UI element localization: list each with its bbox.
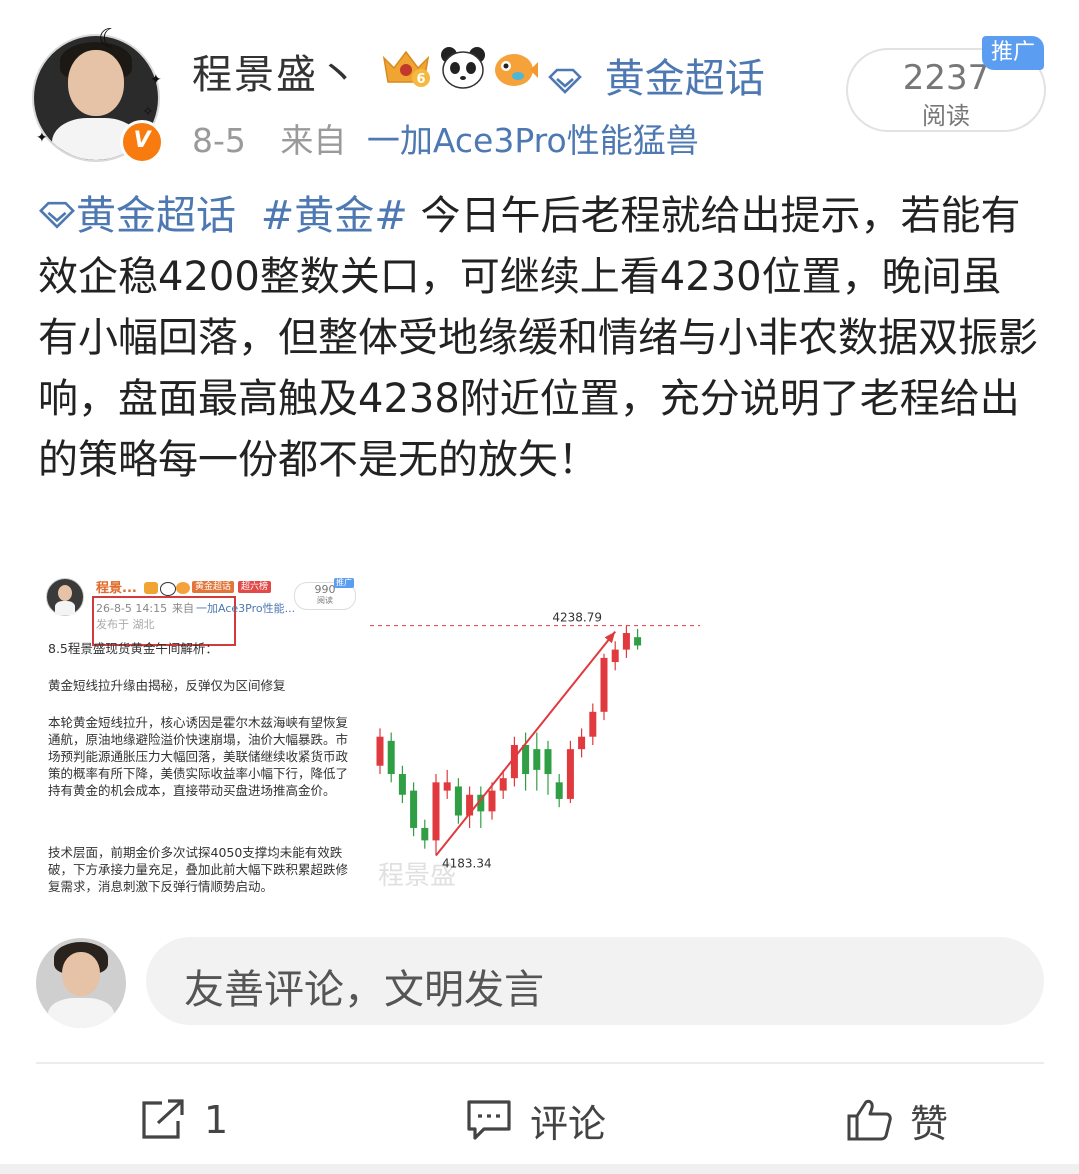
candle-body — [578, 736, 586, 750]
candle-body — [589, 711, 597, 737]
candle-body — [566, 749, 574, 799]
share-count: 1 — [204, 1098, 229, 1142]
promo-tag: 推广 — [982, 36, 1044, 70]
diamond-icon — [548, 68, 582, 94]
candle-body — [555, 782, 563, 799]
mini-location: 发布于 湖北 — [96, 618, 155, 631]
bottom-strip — [0, 1164, 1079, 1174]
panda-badge-icon[interactable] — [440, 46, 486, 90]
candle-body — [634, 637, 642, 646]
mini-crown-icon — [144, 582, 158, 594]
mini-promo-tag: 推广 — [334, 578, 354, 588]
candle-body — [421, 827, 429, 841]
trend-arrow — [435, 630, 616, 857]
post-meta: 8-5 来自 一加Ace3Pro性能猛兽 — [192, 114, 699, 162]
like-label: 赞 — [910, 1101, 949, 1146]
crown-level-text: 6 — [416, 72, 425, 87]
candle-body — [488, 790, 496, 812]
candle-body — [443, 782, 451, 791]
star-icon: ✦ — [36, 130, 48, 146]
source-device-link[interactable]: 一加Ace3Pro性能猛兽 — [367, 121, 699, 160]
candlestick-chart: 程景盛 4238.794183.34 — [370, 611, 700, 891]
comment-placeholder: 友善评论，文明发言 — [184, 967, 544, 1013]
mini-avatar — [46, 578, 84, 616]
comment-icon — [467, 1100, 511, 1140]
super-topic-label: 黄金超话 — [604, 56, 765, 102]
post-topic-link[interactable]: 黄金超话 — [38, 193, 249, 239]
pufferfish-badge-icon[interactable] — [492, 46, 538, 90]
candle-body — [522, 745, 530, 775]
super-topic-link[interactable]: 黄金超话 — [548, 46, 765, 104]
crown-level-badge-icon[interactable]: 6 — [380, 46, 432, 90]
my-avatar[interactable] — [36, 938, 126, 1028]
comment-input[interactable]: 友善评论，文明发言 — [146, 937, 1044, 1025]
verified-v-icon: V — [120, 120, 164, 164]
candle-body — [387, 740, 395, 775]
post-image[interactable]: 程景... 黄金超话 超六榜 26-8-5 14:15 来自 一加Ace3Pro… — [40, 574, 710, 904]
mini-username: 程景... — [96, 581, 137, 596]
article-para-2: 技术层面，前期金价多次试探4050支撑均未能有效跌破，下方承接力量充足，叠加此前… — [48, 845, 349, 894]
candle-body — [432, 782, 440, 841]
article-para-1: 本轮黄金短线拉升，核心诱因是霍尔木兹海峡有望恢复通航，原油地缘避险溢价快速崩塌，… — [48, 715, 349, 798]
mini-from: 来自 — [172, 602, 194, 615]
share-button[interactable]: 1 — [140, 1090, 228, 1150]
candle-body — [376, 736, 384, 766]
star-icon: ✦ — [150, 72, 162, 88]
low-label: 4183.34 — [442, 857, 492, 871]
post-body: 黄金超话 #黄金# 今日午后老程就给出提示，若能有效企稳4200整数关口，可继续… — [38, 186, 1038, 491]
article-subtitle: 黄金短线拉升缘由揭秘，反弹仅为区间修复 — [48, 678, 286, 693]
comment-button[interactable]: 评论 — [466, 1090, 606, 1150]
candle-body — [622, 633, 630, 650]
share-icon — [142, 1099, 184, 1139]
mini-time: 26-8-5 14:15 — [96, 602, 168, 615]
comment-label: 评论 — [530, 1101, 607, 1146]
star-icon: ✧ — [142, 104, 154, 120]
mini-badge-rank: 超六榜 — [238, 581, 272, 593]
mini-reads-label: 阅读 — [317, 596, 333, 605]
divider — [36, 1062, 1044, 1064]
post-hashtag-link[interactable]: #黄金# — [261, 193, 408, 239]
candle-body — [544, 749, 552, 775]
from-label: 来自 — [280, 121, 347, 160]
author-avatar[interactable]: ☾ ✦ ✧ ✦ V — [32, 24, 164, 164]
candle-body — [398, 774, 406, 795]
like-button[interactable]: 赞 — [846, 1090, 948, 1150]
post-date: 8-5 — [192, 121, 246, 160]
author-name[interactable]: 程景盛丶 — [192, 42, 360, 100]
mini-panda-icon — [160, 582, 176, 596]
moon-icon: ☾ — [98, 24, 122, 54]
diamond-icon — [39, 201, 75, 229]
candle-body — [499, 778, 507, 791]
mini-fish-icon — [176, 582, 190, 594]
article-title: 8.5程景盛现货黄金午间解析： — [48, 641, 218, 656]
candle-body — [600, 657, 608, 712]
candle-body — [611, 649, 619, 663]
thumbs-up-icon — [847, 1099, 892, 1141]
mini-badge-topic: 黄金超话 — [192, 581, 235, 593]
high-label: 4238.79 — [552, 611, 602, 625]
candle-body — [533, 749, 541, 770]
post-topic-label: 黄金超话 — [76, 193, 236, 239]
candle-body — [410, 790, 418, 828]
candle-body — [454, 786, 462, 816]
mini-source: 一加Ace3Pro性能... — [196, 602, 296, 615]
reads-label: 阅读 — [922, 102, 970, 130]
